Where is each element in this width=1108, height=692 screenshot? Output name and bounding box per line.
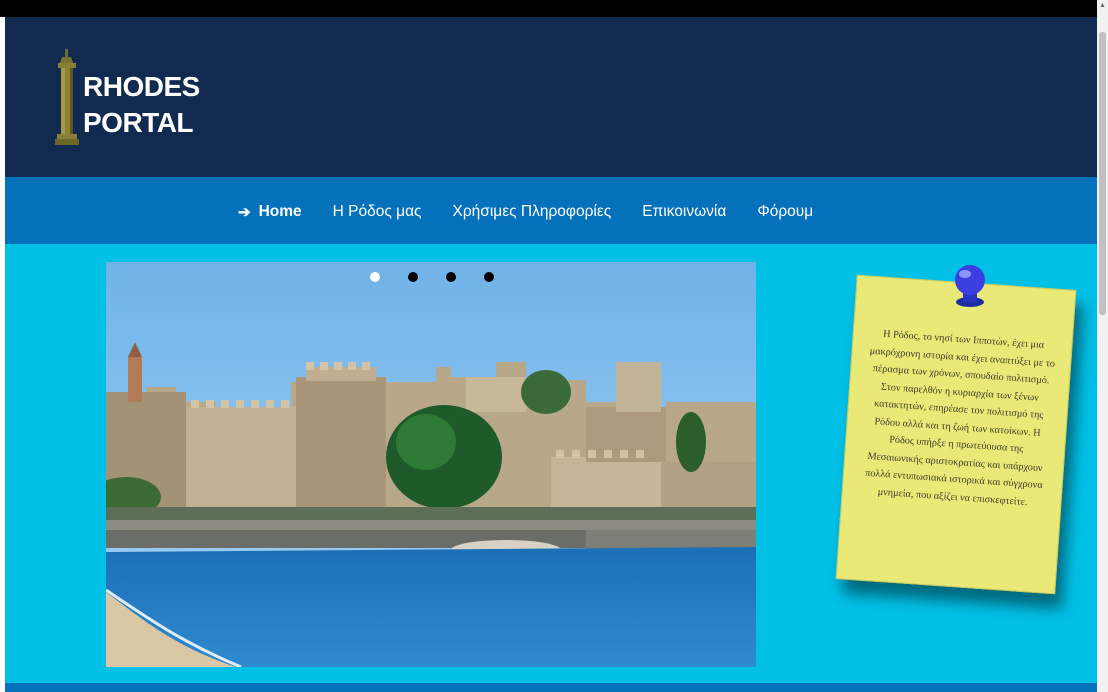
image-slider[interactable]: [106, 262, 756, 667]
main-content: Η Ρόδος, το νησί των Ιπποτών, έχει μια μ…: [5, 244, 1097, 683]
page-scrollbar[interactable]: ▲: [1097, 0, 1108, 692]
main-navigation: ➔ Home Η Ρόδος μας Χρήσιμες Πληροφορίες …: [5, 177, 1097, 244]
browser-top-bar: [0, 0, 1097, 17]
slide-image-castle: [106, 262, 756, 667]
sticky-note-paper: Η Ρόδος, το νησί των Ιπποτών, έχει μια μ…: [835, 274, 1077, 595]
slider-dot-4[interactable]: [484, 272, 494, 282]
push-pin-icon: [955, 265, 985, 307]
slider-dot-3[interactable]: [446, 272, 456, 282]
nav-item-label: Επικοινωνία: [642, 203, 727, 220]
column-icon: [55, 49, 79, 145]
nav-item-useful-info[interactable]: Χρήσιμες Πληροφορίες: [453, 203, 612, 221]
nav-item-contact[interactable]: Επικοινωνία: [642, 203, 726, 221]
logo-text: RHODES PORTAL: [83, 69, 200, 141]
nav-item-label: Η Ρόδος μας: [332, 203, 422, 220]
nav-item-home[interactable]: ➔ Home: [238, 203, 302, 221]
slider-dots: [370, 272, 522, 282]
sticky-note-text: Η Ρόδος, το νησί των Ιπποτών, έχει μια μ…: [864, 328, 1056, 508]
site-logo[interactable]: RHODES PORTAL: [53, 49, 223, 149]
nav-item-our-rhodes[interactable]: Η Ρόδος μας: [333, 203, 422, 221]
sticky-note: Η Ρόδος, το νησί των Ιπποτών, έχει μια μ…: [835, 265, 1077, 604]
nav-item-label: Χρήσιμες Πληροφορίες: [452, 203, 612, 220]
logo-line-1: RHODES: [83, 71, 200, 102]
arrow-right-icon: ➔: [238, 204, 251, 221]
scroll-up-icon[interactable]: ▲: [1099, 2, 1106, 9]
scrollbar-thumb[interactable]: [1099, 32, 1106, 315]
logo-line-2: PORTAL: [83, 107, 194, 138]
slider-dot-2[interactable]: [408, 272, 418, 282]
site-header: RHODES PORTAL: [5, 17, 1097, 177]
nav-item-label: Φόρουμ: [757, 203, 814, 220]
nav-item-forum[interactable]: Φόρουμ: [757, 203, 813, 221]
bottom-bar: [5, 683, 1097, 692]
nav-item-label: Home: [258, 203, 302, 220]
slider-dot-1[interactable]: [370, 272, 380, 282]
